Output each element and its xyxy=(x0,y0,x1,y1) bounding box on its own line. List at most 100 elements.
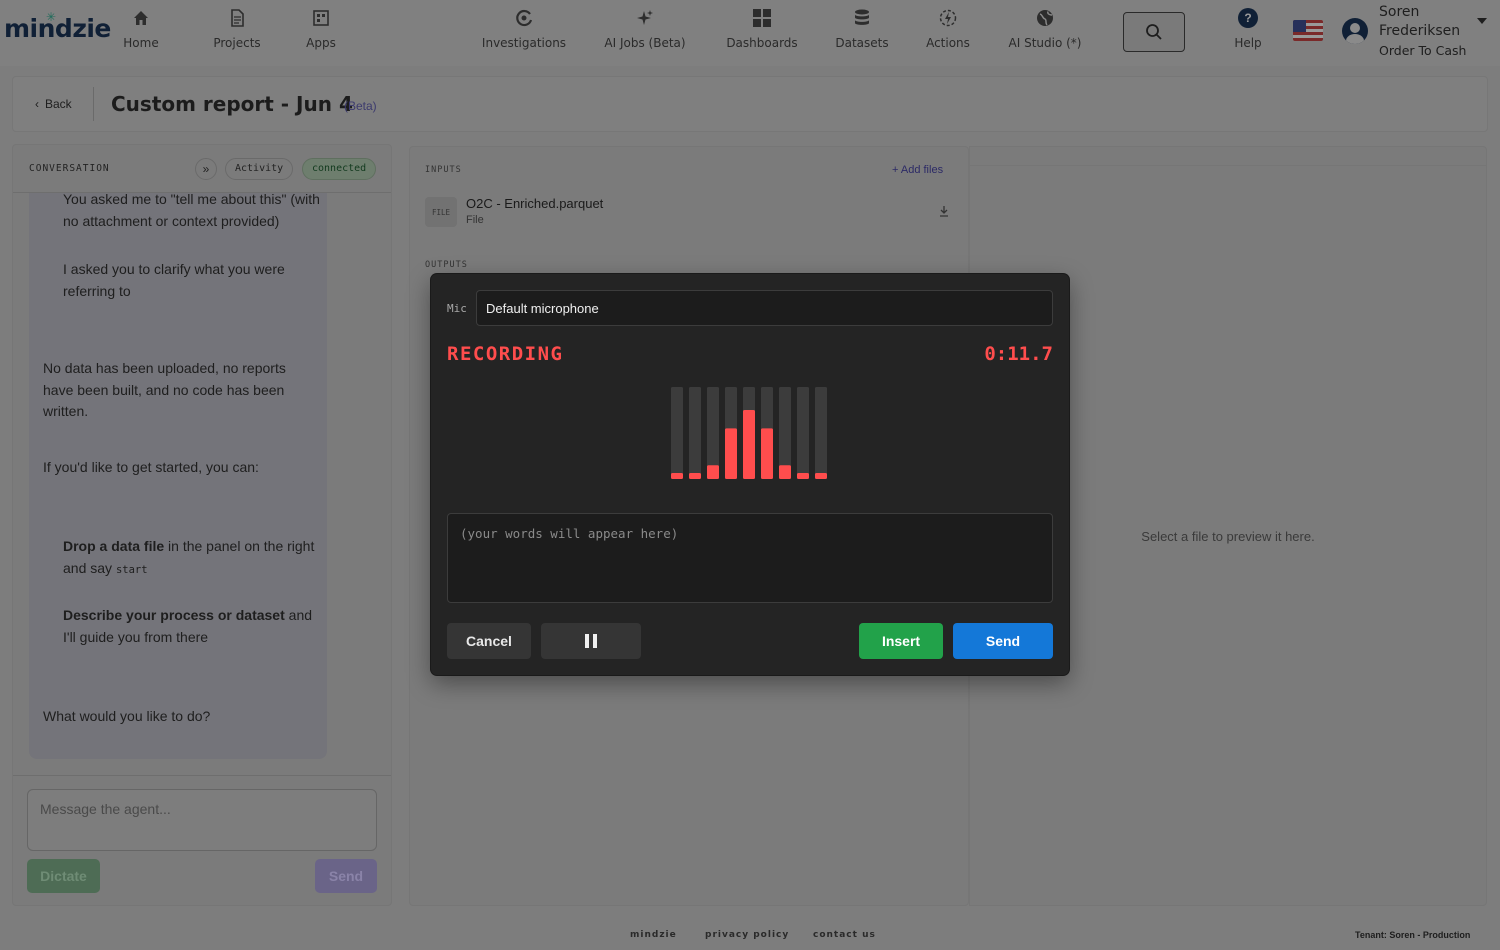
avatar-head xyxy=(1350,23,1360,33)
nav-label: Apps xyxy=(306,36,336,50)
suggestion-text: Drop a data file in the panel on the rig… xyxy=(63,536,325,581)
beta-tag: (Beta) xyxy=(344,99,377,113)
pause-icon xyxy=(585,634,597,648)
dashboard-grid-icon xyxy=(753,9,771,27)
dictation-modal: Mic Default microphone RECORDING 0:11.7 … xyxy=(431,274,1069,675)
us-flag-icon[interactable] xyxy=(1293,20,1323,41)
download-icon[interactable] xyxy=(938,205,950,217)
level-bar-track xyxy=(671,387,683,479)
nav-item-investigations[interactable]: Investigations xyxy=(479,6,569,56)
page-title: Custom report - Jun 4 xyxy=(111,92,353,116)
top-navigation: mindzie ✳ Home Projects Apps Investigati… xyxy=(0,0,1500,66)
level-bar xyxy=(707,465,719,479)
chevron-down-icon[interactable] xyxy=(1477,18,1487,24)
mindzie-logo[interactable]: mindzie xyxy=(4,14,111,43)
add-files-link[interactable]: + Add files xyxy=(892,164,943,176)
nav-label: Datasets xyxy=(835,36,889,50)
nav-label: Home xyxy=(123,36,159,50)
nav-item-ai-studio[interactable]: AI Studio (*) xyxy=(1005,6,1085,56)
user-tenant-name: Order To Cash xyxy=(1379,43,1467,58)
level-bar-track xyxy=(815,387,827,479)
nav-item-projects[interactable]: Projects xyxy=(212,6,262,56)
chevron-left-icon: ‹ xyxy=(35,97,39,111)
back-button[interactable]: ‹ Back xyxy=(35,97,72,111)
preview-divider xyxy=(970,165,1486,166)
pause-button[interactable] xyxy=(541,623,641,659)
tenant-label: Tenant: Soren - Production xyxy=(1355,930,1471,940)
send-transcript-button[interactable]: Send xyxy=(953,623,1053,659)
cancel-button[interactable]: Cancel xyxy=(447,623,531,659)
outputs-section-label: OUTPUTS xyxy=(425,260,468,270)
message-text: You asked me to "tell me about this" (wi… xyxy=(63,191,320,229)
search-button[interactable] xyxy=(1123,12,1185,52)
suggestion-bold: Describe your process or dataset xyxy=(63,607,285,623)
transcript-field[interactable]: (your words will appear here) xyxy=(447,513,1053,603)
file-name[interactable]: O2C - Enriched.parquet xyxy=(466,196,603,211)
message-text: No data has been uploaded, no reports ha… xyxy=(43,360,286,419)
apps-icon xyxy=(313,10,329,26)
level-bar xyxy=(725,428,737,479)
nav-label: AI Jobs (Beta) xyxy=(604,36,686,50)
send-message-button[interactable]: Send xyxy=(315,859,377,893)
nav-item-apps[interactable]: Apps xyxy=(303,6,339,56)
footer-link-privacy[interactable]: privacy policy xyxy=(705,930,789,940)
level-bar xyxy=(797,473,809,479)
microphone-select[interactable]: Default microphone xyxy=(476,290,1053,326)
user-menu[interactable]: Soren Frederiksen Order To Cash xyxy=(1379,3,1466,59)
recording-timer: 0:11.7 xyxy=(984,343,1053,365)
inline-code: start xyxy=(115,563,148,576)
nav-item-datasets[interactable]: Datasets xyxy=(832,6,892,56)
conversation-panel: CONVERSATION » Activity connected You as… xyxy=(12,144,392,906)
activity-button[interactable]: Activity xyxy=(225,158,294,180)
recording-status: RECORDING xyxy=(447,343,564,365)
file-type-icon: FILE xyxy=(425,197,457,227)
insert-button[interactable]: Insert xyxy=(859,623,943,659)
user-first-name: Soren xyxy=(1379,4,1420,20)
double-chevron-right-icon: » xyxy=(202,162,210,176)
message-input[interactable]: Message the agent... xyxy=(27,789,377,851)
level-bar-track xyxy=(797,387,809,479)
suggestion-text: Describe your process or dataset and I'l… xyxy=(63,605,325,648)
search-icon xyxy=(1146,24,1162,40)
nav-label: Projects xyxy=(213,36,261,50)
message-list[interactable]: You asked me to "tell me about this" (wi… xyxy=(29,191,327,759)
nav-label: Actions xyxy=(926,36,970,50)
report-header: ‹ Back Custom report - Jun 4 (Beta) xyxy=(12,76,1488,132)
footer-link-contact[interactable]: contact us xyxy=(813,930,876,940)
connection-status-badge: connected xyxy=(302,158,377,180)
home-icon xyxy=(134,11,148,25)
globe-icon xyxy=(1037,10,1053,26)
composer-divider xyxy=(13,775,391,776)
help-label: Help xyxy=(1234,36,1262,50)
audio-level-meter xyxy=(671,387,827,479)
sparkle-icon xyxy=(637,10,653,25)
dictate-button[interactable]: Dictate xyxy=(27,859,100,893)
message-text: If you'd like to get started, you can: xyxy=(43,459,259,475)
logo-spark-icon: ✳ xyxy=(46,10,57,24)
collapse-panel-button[interactable]: » xyxy=(195,158,217,180)
file-kind: File xyxy=(466,214,484,226)
nav-label: Investigations xyxy=(481,36,567,50)
document-icon xyxy=(231,9,244,27)
actions-icon xyxy=(939,9,957,27)
message-text: What would you like to do? xyxy=(43,708,211,724)
investigations-icon xyxy=(516,9,533,27)
level-bar xyxy=(779,465,791,479)
mic-label: Mic xyxy=(447,302,467,315)
footer-link-mindzie[interactable]: mindzie xyxy=(630,930,677,940)
nav-item-actions[interactable]: Actions xyxy=(923,6,973,56)
nav-item-home[interactable]: Home xyxy=(121,6,161,56)
nav-item-ai-jobs[interactable]: AI Jobs (Beta) xyxy=(600,6,690,56)
level-bar xyxy=(743,410,755,479)
help-button[interactable]: ? Help xyxy=(1228,6,1268,50)
nav-item-dashboards[interactable]: Dashboards xyxy=(722,6,802,56)
user-last-name: Frederiksen xyxy=(1379,23,1461,39)
nav-label: AI Studio (*) xyxy=(1008,36,1082,50)
level-bar xyxy=(671,473,683,479)
help-icon: ? xyxy=(1238,8,1258,28)
level-bar xyxy=(689,473,701,479)
nav-label: Dashboards xyxy=(726,36,798,50)
back-label: Back xyxy=(45,97,72,111)
user-avatar-icon[interactable] xyxy=(1342,18,1368,44)
flag-canton xyxy=(1293,20,1306,32)
